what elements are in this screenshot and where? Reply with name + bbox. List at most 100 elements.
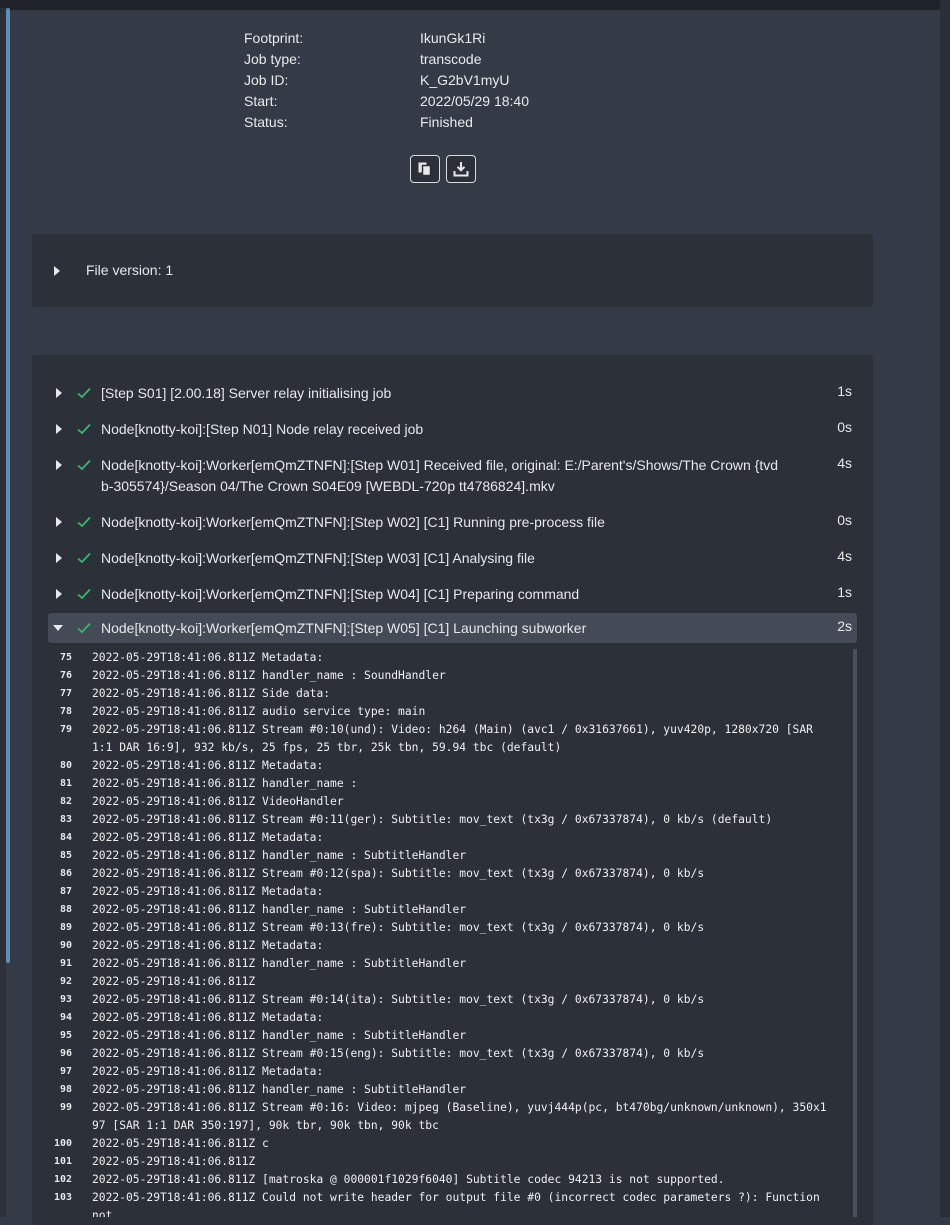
log-line-number: 82 — [59, 796, 72, 807]
check-icon — [77, 387, 91, 399]
scroll-accent-bar[interactable] — [6, 8, 10, 963]
job-info-value: K_G2bV1myU — [420, 72, 510, 88]
subworker-log[interactable]: 75 2022-05-29T18:41:06.811Z Metadata: 76 20… — [48, 649, 852, 1217]
log-line-text: 2022-05-29T18:41:06.811Z Metadata: — [92, 885, 324, 898]
log-line-text: 2022-05-29T18:41:06.811Z handler_name : — [92, 777, 358, 790]
check-icon — [77, 516, 91, 528]
job-info-value: transcode — [420, 51, 482, 67]
log-line: 82 2022-05-29T18:41:06.811Z VideoHandler — [48, 793, 852, 811]
log-line-text: 2022-05-29T18:41:06.811Z Metadata: — [92, 1011, 324, 1024]
chevron-right-icon[interactable] — [56, 460, 62, 470]
log-line-text: 2022-05-29T18:41:06.811Z handler_name : … — [92, 849, 467, 862]
log-line-number: 85 — [59, 850, 72, 861]
log-line-text: 2022-05-29T18:41:06.811Z Metadata: — [92, 831, 324, 844]
download-icon — [453, 162, 469, 177]
log-line-text: 2022-05-29T18:41:06.811Z Metadata: — [92, 1065, 324, 1078]
log-line-text: 2022-05-29T18:41:06.811Z — [92, 975, 256, 988]
log-line-number: 101 — [53, 1156, 72, 1167]
log-line-number: 96 — [59, 1048, 72, 1059]
job-info-row: Start: 2022/05/29 18:40 — [244, 91, 529, 112]
log-line-number: 77 — [59, 688, 72, 699]
chevron-right-icon[interactable] — [56, 388, 62, 398]
log-line-text: 2022-05-29T18:41:06.811Z Stream #0:12(sp… — [92, 867, 705, 880]
log-line: 75 2022-05-29T18:41:06.811Z Metadata: — [48, 649, 852, 667]
log-scrollbar[interactable] — [853, 649, 857, 1217]
step-label: Node[knotty-koi]:Worker[emQmZTNFN]:[Step… — [101, 620, 587, 636]
check-icon — [77, 622, 91, 634]
file-version-label[interactable]: File version: 1 — [86, 262, 173, 278]
log-line-number: 76 — [59, 670, 72, 681]
step-row-expanded[interactable]: Node[knotty-koi]:Worker[emQmZTNFN]:[Step… — [48, 613, 857, 643]
check-icon — [77, 588, 91, 600]
log-line-number: 89 — [59, 922, 72, 933]
log-line-number: 88 — [59, 904, 72, 915]
log-line-text: 2022-05-29T18:41:06.811Z handler_name : … — [92, 957, 467, 970]
log-line-text: 2022-05-29T18:41:06.811Z Could not write… — [92, 1191, 827, 1217]
job-info-value: IkunGk1Ri — [420, 30, 486, 46]
step-label: Node[knotty-koi]:Worker[emQmZTNFN]:[Step… — [101, 457, 778, 494]
log-line: 99 2022-05-29T18:41:06.811Z Stream #0:16:… — [48, 1099, 852, 1135]
job-info: Footprint: IkunGk1Ri Job type: transcode J… — [244, 28, 529, 133]
job-actions — [410, 155, 476, 183]
download-button[interactable] — [446, 155, 476, 183]
top-bar — [0, 0, 940, 10]
chevron-right-icon[interactable] — [56, 553, 62, 563]
chevron-right-icon[interactable] — [56, 517, 62, 527]
log-line: 90 2022-05-29T18:41:06.811Z Metadata: — [48, 937, 852, 955]
step-label: [Step S01] [2.00.18] Server relay initia… — [101, 385, 392, 401]
step-duration: 4s — [837, 455, 852, 471]
right-strip — [940, 0, 950, 1217]
log-line-text: 2022-05-29T18:41:06.811Z Stream #0:16: V… — [92, 1101, 827, 1132]
chevron-right-icon[interactable] — [54, 266, 60, 276]
step-label: Node[knotty-koi]:Worker[emQmZTNFN]:[Step… — [101, 550, 535, 566]
log-line-number: 100 — [53, 1138, 72, 1149]
log-line-text: 2022-05-29T18:41:06.811Z handler_name : … — [92, 1083, 467, 1096]
log-line: 103 2022-05-29T18:41:06.811Z Could not wr… — [48, 1189, 852, 1217]
log-line-number: 80 — [59, 760, 72, 771]
job-info-key: Footprint: — [244, 30, 304, 46]
step-row[interactable]: Node[knotty-koi]:[Step N01] Node relay r… — [48, 419, 857, 440]
log-line-number: 78 — [59, 706, 72, 717]
step-row[interactable]: Node[knotty-koi]:Worker[emQmZTNFN]:[Step… — [48, 548, 857, 569]
log-line-text: 2022-05-29T18:41:06.811Z Stream #0:10(un… — [92, 723, 820, 754]
step-row[interactable]: Node[knotty-koi]:Worker[emQmZTNFN]:[Step… — [48, 455, 857, 497]
step-duration: 0s — [837, 419, 852, 435]
step-row[interactable]: Node[knotty-koi]:Worker[emQmZTNFN]:[Step… — [48, 584, 857, 605]
step-duration: 0s — [837, 512, 852, 528]
log-line: 89 2022-05-29T18:41:06.811Z Stream #0:13(… — [48, 919, 852, 937]
job-info-key: Job type: — [244, 51, 301, 67]
log-line: 85 2022-05-29T18:41:06.811Z handler_name … — [48, 847, 852, 865]
log-line-number: 86 — [59, 868, 72, 879]
copy-button[interactable] — [410, 155, 440, 183]
log-line: 91 2022-05-29T18:41:06.811Z handler_name … — [48, 955, 852, 973]
step-row[interactable]: Node[knotty-koi]:Worker[emQmZTNFN]:[Step… — [48, 512, 857, 533]
log-line: 83 2022-05-29T18:41:06.811Z Stream #0:11(… — [48, 811, 852, 829]
log-line: 92 2022-05-29T18:41:06.811Z — [48, 973, 852, 991]
log-line: 84 2022-05-29T18:41:06.811Z Metadata: — [48, 829, 852, 847]
log-line-text: 2022-05-29T18:41:06.811Z [matroska @ 000… — [92, 1173, 725, 1186]
log-line-number: 98 — [59, 1084, 72, 1095]
log-line-text: 2022-05-29T18:41:06.811Z Stream #0:13(fr… — [92, 921, 705, 934]
log-line-number: 103 — [53, 1192, 72, 1203]
log-line: 80 2022-05-29T18:41:06.811Z Metadata: — [48, 757, 852, 775]
job-info-value: 2022/05/29 18:40 — [420, 93, 529, 109]
chevron-down-icon[interactable] — [53, 625, 63, 631]
step-duration: 2s — [837, 618, 852, 634]
job-info-key: Start: — [244, 93, 278, 109]
log-line-number: 92 — [59, 976, 72, 987]
log-line-number: 94 — [59, 1012, 72, 1023]
log-line-text: 2022-05-29T18:41:06.811Z Metadata: — [92, 939, 324, 952]
log-line: 87 2022-05-29T18:41:06.811Z Metadata: — [48, 883, 852, 901]
check-icon — [77, 423, 91, 435]
log-line-number: 79 — [59, 724, 72, 735]
log-line-text: 2022-05-29T18:41:06.811Z Side data: — [92, 687, 331, 700]
chevron-right-icon[interactable] — [56, 589, 62, 599]
step-row[interactable]: [Step S01] [2.00.18] Server relay initia… — [48, 383, 857, 404]
log-line: 95 2022-05-29T18:41:06.811Z handler_name … — [48, 1027, 852, 1045]
chevron-right-icon[interactable] — [56, 424, 62, 434]
job-info-value: Finished — [420, 114, 473, 130]
job-info-row: Job ID: K_G2bV1myU — [244, 70, 529, 91]
step-label: Node[knotty-koi]:[Step N01] Node relay r… — [101, 421, 424, 437]
log-line-number: 84 — [59, 832, 72, 843]
log-line-number: 81 — [59, 778, 72, 789]
